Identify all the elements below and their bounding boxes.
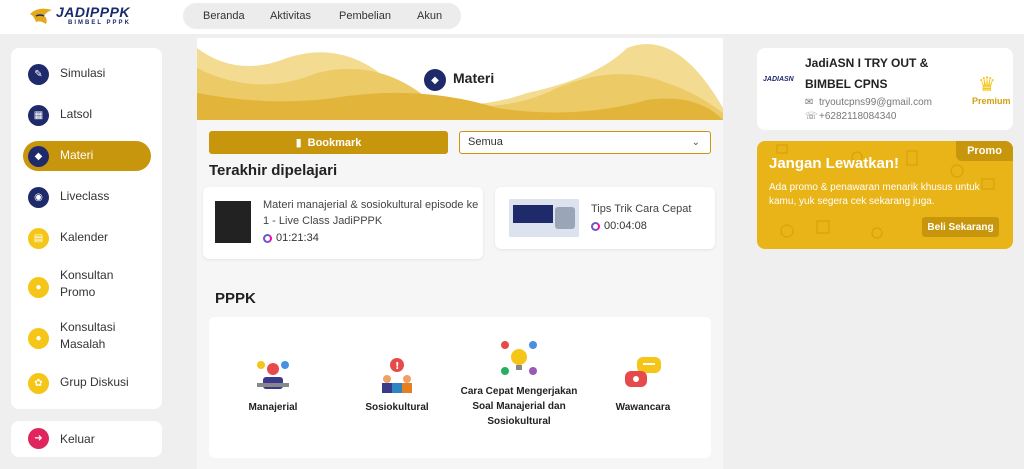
profile-phone: +6282118084340 [819,111,897,122]
calculator-icon: ▦ [28,105,49,126]
promo-text: Ada promo & penawaran menarik khusus unt… [769,182,980,207]
chat-question-icon: ● [28,328,49,349]
sidebar-item-materi[interactable]: ◆ Materi [23,141,151,171]
megaphone-icon [555,207,575,229]
recent-card-2[interactable]: Tips Trik Cara Cepat 00:04:08 [495,187,715,249]
brand-title: JADIPPPK [56,4,131,20]
category-cara-cepat[interactable]: Cara Cepat Mengerjakan Soal Manajerial d… [459,339,579,429]
bookmark-label: Bookmark [307,136,362,149]
recent-card-duration: 00:04:08 [591,220,647,232]
video-thumbnail [215,201,251,243]
filter-select[interactable]: Semua ⌄ [459,131,711,154]
logout-button[interactable]: ➜ Keluar [11,421,162,457]
broadcast-icon: ◉ [28,187,49,208]
promo-card: Promo Jangan Lewatkan! Ada promo & penaw… [757,141,1013,249]
brand-logo[interactable]: JADIPPPK BIMBEL PPPK [28,4,148,30]
sidebar-item-label: Latsol [60,107,93,121]
top-nav: Beranda Aktivitas Pembelian Akun [183,3,461,29]
sidebar-item-kalender[interactable]: ▤ Kalender [23,223,151,253]
buy-now-button[interactable]: Beli Sekarang [922,217,999,237]
category-wawancara[interactable]: Wawancara [607,355,679,415]
recent-title: Terakhir dipelajari [209,162,338,179]
sidebar-item-konsultan-promo[interactable]: ● Konsultan Promo [23,268,151,305]
calendar-icon: ▤ [28,228,49,249]
idea-bulb-icon [501,341,537,375]
category-sosiokultural[interactable]: ! Sosiokultural [357,355,437,415]
profile-name-line2: BIMBEL CPNS [805,77,888,91]
nav-aktivitas[interactable]: Aktivitas [270,10,311,22]
sidebar-item-label: Materi [60,148,94,162]
category-label: Manajerial [248,402,298,413]
pppk-categories: Manajerial ! Sosiokultural Cara Cepat Me… [209,317,711,458]
manager-icon [257,361,289,389]
chat-icon: ● [28,277,49,298]
category-label-line3: Sosiokultural [487,416,551,427]
recent-card-title-line1: Tips Trik Cara Cepat [591,203,692,215]
clock-icon [263,233,272,243]
bookmark-icon: ▮ [295,137,302,149]
sidebar-item-label: Konsultan [60,268,114,282]
clock-icon [591,221,600,231]
recent-card-duration: 01:21:34 [263,232,319,244]
whatsapp-icon: ☏ [805,111,818,122]
crown-icon: ♛ [978,74,996,96]
recent-card-title-line1: Materi manajerial & sosiokultural episod… [263,199,479,211]
category-label-line2: Soal Manajerial dan [472,401,566,412]
sidebar-item-label: Grup Diskusi [60,375,129,389]
video-thumbnail [509,199,579,237]
nav-beranda[interactable]: Beranda [203,10,245,22]
materi-banner: ◆ Materi [197,38,723,120]
sidebar-item-liveclass[interactable]: ◉ Liveclass [23,182,151,212]
sidebar-item-label: Simulasi [60,66,106,80]
bookmark-button[interactable]: ▮ Bookmark [209,131,448,154]
category-label-line1: Cara Cepat Mengerjakan [460,386,578,397]
email-icon: ✉ [805,97,814,108]
pppk-title: PPPK [215,290,256,307]
sidebar-item-simulasi[interactable]: ✎ Simulasi [23,59,151,89]
page-title: Materi [453,70,495,86]
top-bar: JADIPPPK BIMBEL PPPK Beranda Aktivitas P… [0,0,1024,34]
premium-badge: Premium [972,96,1011,106]
duration-text: 01:21:34 [276,232,319,244]
sidebar-item-label-2: Masalah [60,337,106,351]
svg-text:!: ! [395,361,400,372]
chevron-down-icon: ⌄ [691,137,700,148]
recent-card-title-line2: 1 - Live Class JadiPPPK [263,215,383,227]
thumbnail-text-block [513,205,553,223]
sidebar-item-label: Kalender [60,230,109,244]
promo-tag: Promo [956,141,1013,161]
category-manajerial[interactable]: Manajerial [235,355,311,415]
brand-subtitle: BIMBEL PPPK [68,20,131,26]
filter-value: Semua [468,136,503,148]
profile-email: tryoutcpns99@gmail.com [819,97,932,108]
category-label: Wawancara [615,402,671,413]
logout-label: Keluar [60,432,95,446]
recent-card-1[interactable]: Materi manajerial & sosiokultural episod… [203,187,483,259]
book-icon: ◆ [424,69,446,91]
sidebar-item-grup-diskusi[interactable]: ✿ Grup Diskusi [23,368,151,398]
jadiasn-logo: JADIASN [763,76,794,83]
sidebar: ✎ Simulasi ▦ Latsol ◆ Materi ◉ Liveclass… [11,48,162,409]
nav-akun[interactable]: Akun [417,10,442,22]
sidebar-item-label: Liveclass [60,189,110,203]
category-label: Sosiokultural [365,402,429,413]
nav-pembelian[interactable]: Pembelian [339,10,391,22]
book-icon: ◆ [28,146,49,167]
people-alert-icon: ! [382,358,412,393]
sidebar-item-konsultasi-masalah[interactable]: ● Konsultasi Masalah [23,320,151,356]
promo-title: Jangan Lewatkan! [769,155,900,172]
sidebar-item-label: Konsultasi [60,320,116,334]
logout-icon: ➜ [28,428,49,449]
sidebar-item-label-2: Promo [60,285,96,299]
profile-name-line1: JadiASN I TRY OUT & [805,56,929,70]
duration-text: 00:04:08 [604,220,647,232]
group-icon: ✿ [28,373,49,394]
interview-chat-icon [625,357,661,387]
profile-card[interactable]: JADIASN JadiASN I TRY OUT & BIMBEL CPNS … [757,48,1013,130]
sidebar-item-latsol[interactable]: ▦ Latsol [23,100,151,130]
eagle-icon [30,8,52,24]
document-edit-icon: ✎ [28,64,49,85]
main-content: ◆ Materi ▮ Bookmark Semua ⌄ Terakhir dip… [197,38,723,469]
